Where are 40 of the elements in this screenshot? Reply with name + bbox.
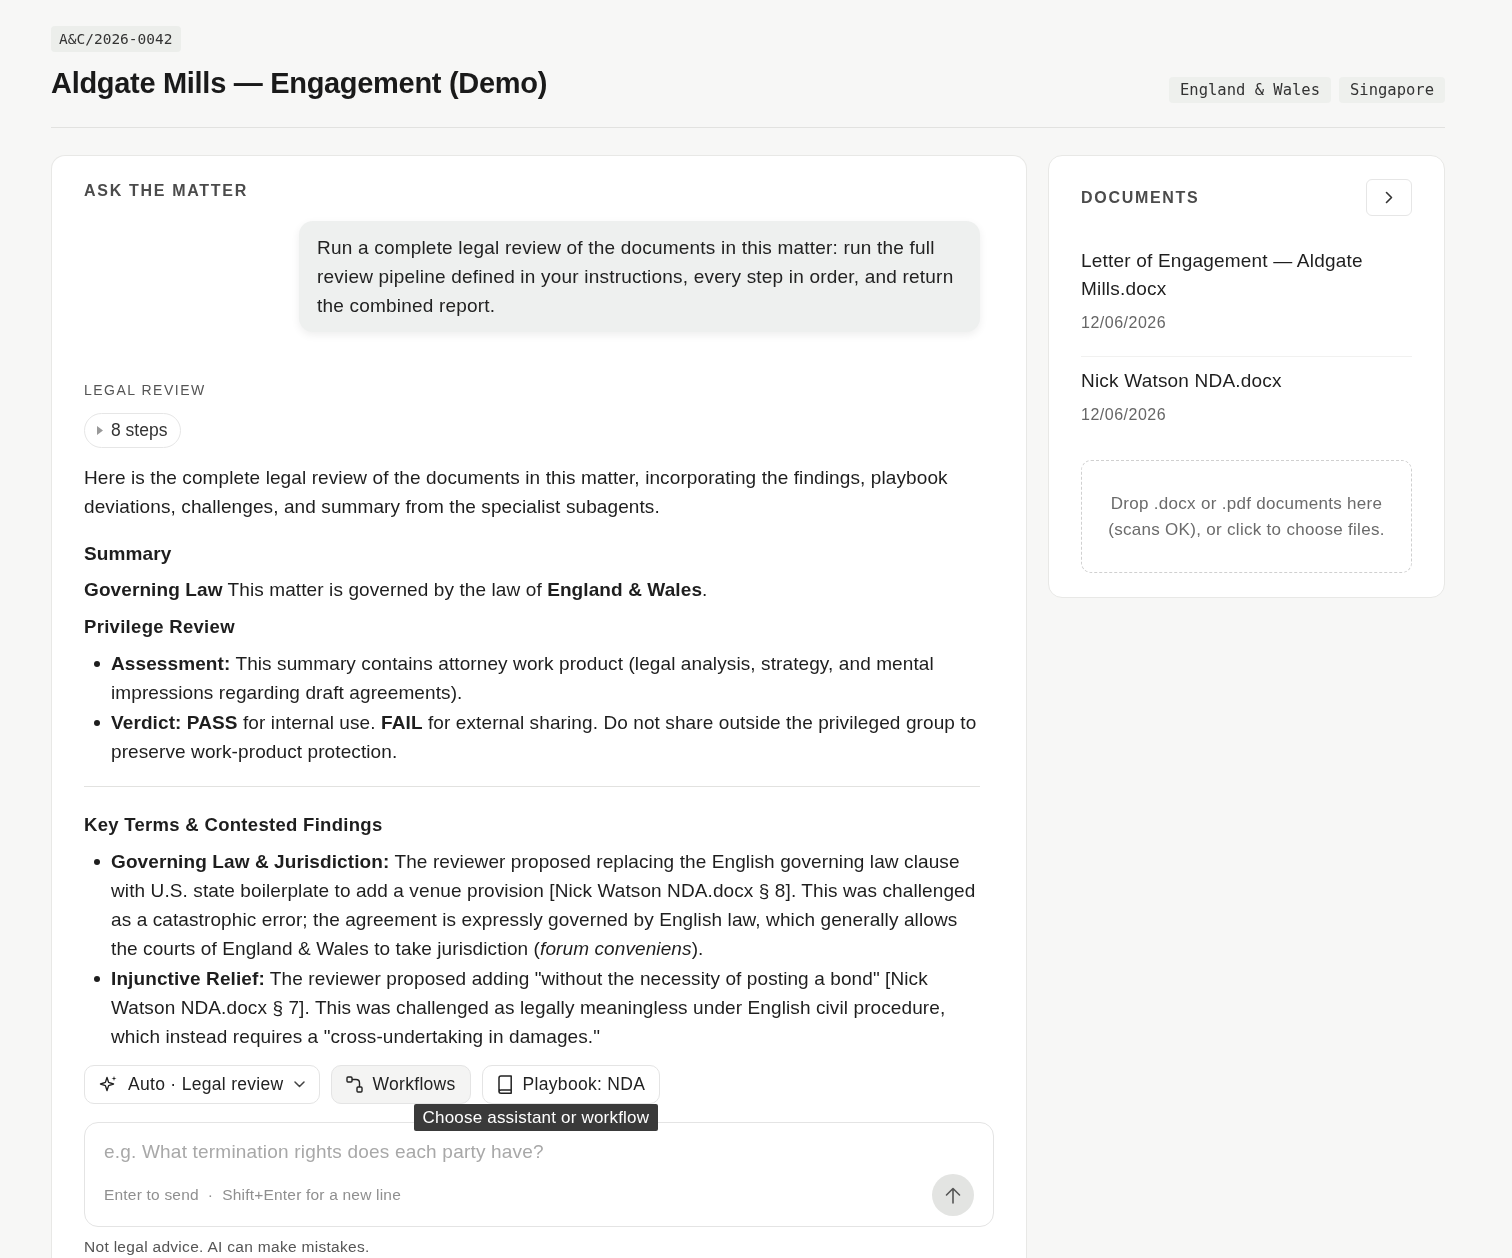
steps-toggle[interactable]: 8 steps	[84, 413, 182, 448]
arrow-up-icon	[945, 1186, 961, 1204]
bullet-icon	[94, 661, 100, 667]
bullet-icon	[94, 720, 100, 726]
list-item-text: Assessment: This summary contains attorney work product (legal analysis, strategy, and mental impressions regarding draft agreements).	[111, 652, 935, 705]
assistant-button[interactable]: Auto · Legal review	[84, 1065, 320, 1104]
bullet-icon	[94, 859, 100, 865]
response-label: LEGAL REVIEW	[84, 382, 207, 399]
keyboard-hint: Enter to send · Shift+Enter for a new line	[104, 1185, 401, 1206]
document-title[interactable]: Nick Watson NDA.docx	[1081, 367, 1412, 395]
chevron-down-icon	[293, 1081, 305, 1088]
file-drop-zone[interactable]: Drop .docx or .pdf documents here (scans OK), or click to choose files.	[1081, 460, 1412, 573]
document-date: 12/06/2026	[1081, 406, 1167, 424]
workflow-icon	[345, 1076, 363, 1093]
disclaimer-text: Not legal advice. AI can make mistakes.	[84, 1238, 371, 1256]
list-item-text: Verdict: PASS for internal use. FAIL for external sharing. Do not share outside the privileged group to preserve work-product protection.	[111, 711, 978, 764]
workflows-button[interactable]: Workflows	[330, 1065, 471, 1104]
sparkle-icon	[99, 1075, 118, 1094]
user-message-bubble: Run a complete legal review of the documents in this matter: run the full review pipeline defined in your instructions, every step in order, and return the combined report.	[299, 221, 980, 332]
response-paragraph: Governing Law This matter is governed by the law of England & Wales.	[84, 578, 709, 602]
matter-title: Aldgate Mills — Engagement (Demo)	[51, 66, 548, 101]
subsection-heading: Key Terms & Contested Findings	[84, 813, 384, 837]
jurisdiction-tag: Singapore	[1339, 77, 1445, 103]
tooltip: Choose assistant or workflow	[413, 1104, 659, 1131]
jurisdiction-tag: England & Wales	[1169, 77, 1331, 103]
chevron-right-icon	[1385, 191, 1393, 204]
panel-heading: ASK THE MATTER	[84, 181, 249, 201]
send-button[interactable]	[932, 1174, 974, 1216]
bullet-icon	[94, 976, 100, 982]
document-title[interactable]: Letter of Engagement — Aldgate Mills.docx	[1081, 247, 1412, 303]
document-date: 12/06/2026	[1081, 314, 1167, 332]
subsection-heading: Privilege Review	[84, 615, 236, 639]
book-icon	[496, 1075, 513, 1094]
list-item-text: Governing Law & Jurisdiction: The reviewer proposed replacing the English governing law clause with U.S. state boilerplate to add a venue provision [Nick Watson NDA.docx § 8]. This was challenged as a catastrophic error; the agreement is expressly governed by English law, which generally allows the courts of England & Wales to take jurisdiction (forum conveniens).	[111, 850, 977, 961]
section-heading: Summary	[84, 542, 173, 566]
list-item-text: Injunctive Relief: The reviewer proposed adding "without the necessity of posting a bond" [Nick Watson NDA.docx § 7]. This was challenged as legally meaningless under English civil procedure, which instead requires a "cross-undertaking in damages."	[111, 967, 947, 1049]
playbook-button[interactable]: Playbook: NDA	[481, 1065, 661, 1104]
reference-badge: A&C/2026-0042	[51, 26, 181, 52]
response-paragraph: Here is the complete legal review of the documents in this matter, incorporating the findings, playbook deviations, challenges, and summary from the specialist subagents.	[84, 466, 949, 519]
panel-heading: DOCUMENTS	[1081, 187, 1200, 208]
